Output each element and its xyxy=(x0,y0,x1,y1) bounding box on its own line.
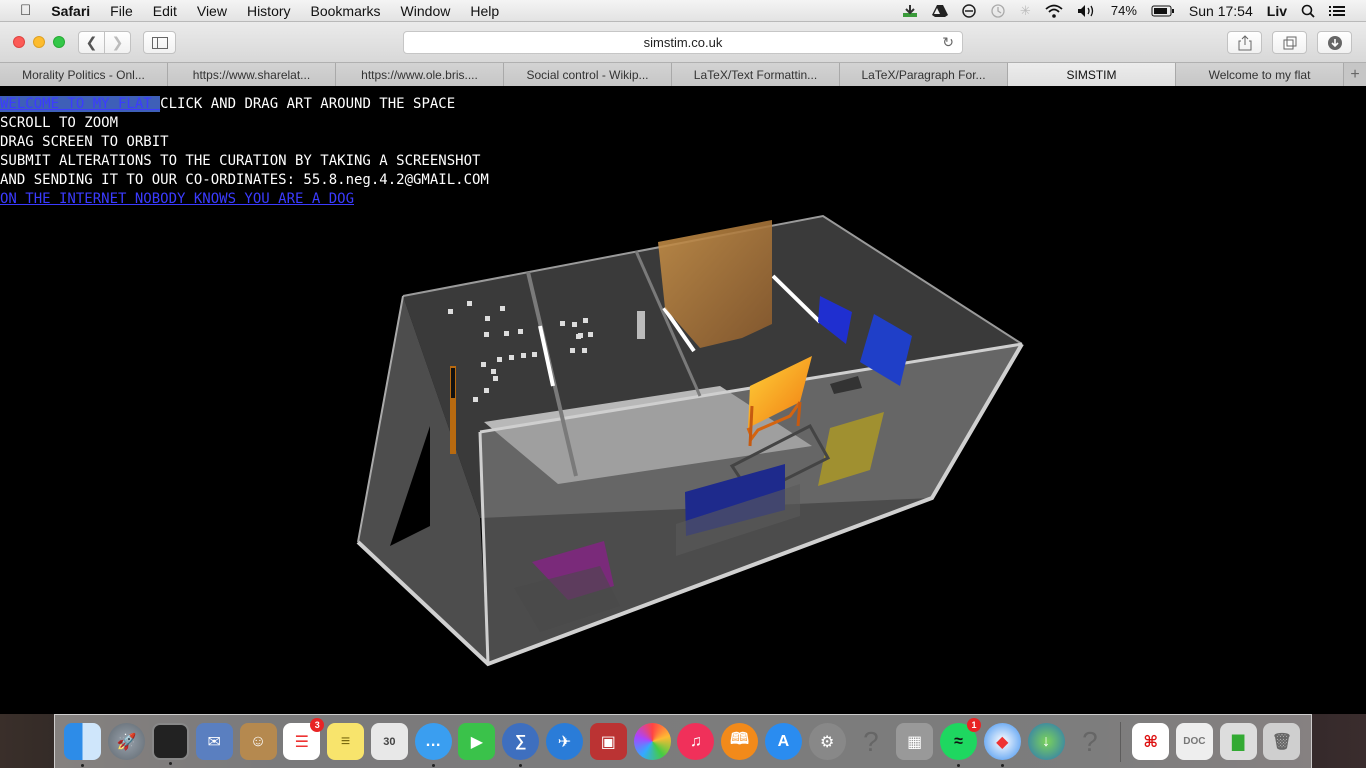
tab-ole-bris[interactable]: https://www.ole.bris.... xyxy=(336,63,504,86)
app-store-icon[interactable]: A xyxy=(764,723,802,760)
menu-view[interactable]: View xyxy=(187,3,237,19)
menu-history[interactable]: History xyxy=(237,3,301,19)
clock[interactable]: Sun 17:54 xyxy=(1182,3,1260,19)
mission-control-icon[interactable] xyxy=(151,723,189,765)
menu-bar:  Safari File Edit View History Bookmark… xyxy=(0,0,1366,22)
plus-icon: + xyxy=(1350,65,1360,83)
messages-icon[interactable]: … xyxy=(414,723,452,767)
spotify-icon[interactable]: ≈1 xyxy=(940,718,982,767)
user-name[interactable]: Liv xyxy=(1260,3,1294,19)
reload-icon[interactable]: ↻ xyxy=(942,34,954,51)
url-text: simstim.co.uk xyxy=(643,35,723,50)
finder-icon[interactable] xyxy=(64,723,102,767)
new-tab-button[interactable]: + xyxy=(1344,63,1366,86)
tab-latex-text-formatting[interactable]: LaTeX/Text Formattin... xyxy=(672,63,840,86)
downloads-button[interactable] xyxy=(1317,31,1352,54)
forward-button[interactable]: ❯ xyxy=(104,31,131,54)
share-icon xyxy=(1238,34,1251,50)
system-preferences-icon[interactable]: ⚙ xyxy=(808,723,846,760)
tab-social-control[interactable]: Social control - Wikip... xyxy=(504,63,672,86)
browser-toolbar: ❮ ❯ simstim.co.uk ↻ xyxy=(0,22,1366,63)
reminders-icon[interactable]: ☰ 3 xyxy=(283,718,325,760)
dog-link[interactable]: ON THE INTERNET NOBODY KNOWS YOU ARE A D… xyxy=(0,191,354,207)
google-drive-icon[interactable] xyxy=(925,4,955,18)
do-not-disturb-icon[interactable] xyxy=(955,3,983,18)
doc-document-icon[interactable]: DOC xyxy=(1175,723,1213,760)
equation-editor-icon[interactable]: ∑ xyxy=(502,723,540,767)
launchpad-icon[interactable]: 🚀 xyxy=(108,723,146,760)
instruction-orbit: DRAG SCREEN TO ORBIT xyxy=(0,134,169,150)
photos-icon[interactable] xyxy=(633,723,671,760)
menu-file[interactable]: File xyxy=(100,3,143,19)
keynote-icon[interactable]: ✈ xyxy=(545,723,583,760)
instructions-text: WELCOME TO MY FLAT CLICK AND DRAG ART AR… xyxy=(0,95,489,209)
wifi-icon[interactable] xyxy=(1038,4,1070,18)
menu-help[interactable]: Help xyxy=(460,3,509,19)
spotlight-search-icon[interactable] xyxy=(1294,4,1322,18)
downloads-icon xyxy=(1327,35,1342,50)
mail-icon[interactable]: ✉ xyxy=(195,723,233,760)
volume-icon[interactable] xyxy=(1070,4,1104,18)
menu-window[interactable]: Window xyxy=(391,3,461,19)
small-wall-panel[interactable] xyxy=(637,311,645,339)
chevron-right-icon: ❯ xyxy=(111,34,124,50)
calculator-icon[interactable]: ▦ xyxy=(896,723,934,760)
minimize-window-button[interactable] xyxy=(33,36,45,48)
notification-center-icon[interactable] xyxy=(1322,4,1352,18)
reminders-badge: 3 xyxy=(310,718,325,732)
downloader-globe-icon[interactable]: ↓ xyxy=(1027,723,1065,760)
itunes-icon[interactable]: ♫ xyxy=(677,723,715,760)
dock: 🚀 ✉ ☺ ☰ 3 ≡ 30 … ▶ ∑ ✈ ▣ ♫ 🕮 A ⚙ ? ▦ ≈1 ◆… xyxy=(54,714,1312,768)
tab-bar: Morality Politics - Onl... https://www.s… xyxy=(0,63,1366,86)
tabs-overview-icon xyxy=(1283,36,1296,49)
apple-menu-icon[interactable]:  xyxy=(0,2,41,19)
tab-morality-politics[interactable]: Morality Politics - Onl... xyxy=(0,63,168,86)
ibooks-icon[interactable]: 🕮 xyxy=(721,723,759,760)
fullscreen-window-button[interactable] xyxy=(53,36,65,48)
instruction-drag-art: CLICK AND DRAG ART AROUND THE SPACE xyxy=(160,96,456,112)
unknown-app-icon-2[interactable]: ? xyxy=(1071,723,1108,760)
menu-bookmarks[interactable]: Bookmarks xyxy=(301,3,391,19)
chevron-left-icon: ❮ xyxy=(85,34,98,50)
bluetooth-icon[interactable]: ✳ xyxy=(1013,3,1038,19)
instruction-email: AND SENDING IT TO OUR CO-ORDINATES: 55.8… xyxy=(0,172,489,188)
sidebar-icon xyxy=(151,36,168,49)
notes-icon[interactable]: ≡ xyxy=(327,723,365,760)
address-bar[interactable]: simstim.co.uk ↻ xyxy=(403,31,963,54)
battery-percent[interactable]: 74% xyxy=(1104,3,1144,18)
web-page-content: WELCOME TO MY FLAT CLICK AND DRAG ART AR… xyxy=(0,86,1366,716)
calendar-day: 30 xyxy=(383,735,396,748)
tab-simstim[interactable]: SIMSTIM xyxy=(1008,63,1176,86)
calendar-icon[interactable]: 30 xyxy=(370,723,408,760)
downloads-stack-icon[interactable]: ▇ xyxy=(1219,723,1257,760)
close-window-button[interactable] xyxy=(13,36,25,48)
tab-latex-paragraph[interactable]: LaTeX/Paragraph For... xyxy=(840,63,1008,86)
safari-icon[interactable]: ◆ xyxy=(983,723,1021,767)
welcome-link[interactable]: WELCOME TO MY FLAT xyxy=(0,96,161,112)
menu-app-name[interactable]: Safari xyxy=(41,3,100,19)
tab-sharelatex[interactable]: https://www.sharelat... xyxy=(168,63,336,86)
sidebar-toggle-button[interactable] xyxy=(143,31,176,54)
facetime-icon[interactable]: ▶ xyxy=(458,723,496,760)
show-all-tabs-button[interactable] xyxy=(1272,31,1307,54)
time-machine-icon[interactable] xyxy=(983,3,1013,18)
pdf-document-icon[interactable]: ⌘ xyxy=(1132,723,1170,760)
back-button[interactable]: ❮ xyxy=(78,31,105,54)
instruction-submit: SUBMIT ALTERATIONS TO THE CURATION BY TA… xyxy=(0,153,481,169)
contacts-icon[interactable]: ☺ xyxy=(239,723,277,760)
photo-booth-icon[interactable]: ▣ xyxy=(589,723,627,760)
trash-icon[interactable]: 🗑 xyxy=(1263,723,1301,760)
tab-welcome-to-my-flat[interactable]: Welcome to my flat xyxy=(1176,63,1344,86)
share-button[interactable] xyxy=(1227,31,1262,54)
menu-edit[interactable]: Edit xyxy=(143,3,187,19)
spotify-badge: 1 xyxy=(967,718,982,732)
dock-separator xyxy=(1119,721,1121,762)
battery-icon[interactable] xyxy=(1144,5,1182,17)
download-status-icon[interactable] xyxy=(895,4,925,18)
unknown-app-icon[interactable]: ? xyxy=(852,723,889,760)
instruction-scroll: SCROLL TO ZOOM xyxy=(0,115,119,131)
